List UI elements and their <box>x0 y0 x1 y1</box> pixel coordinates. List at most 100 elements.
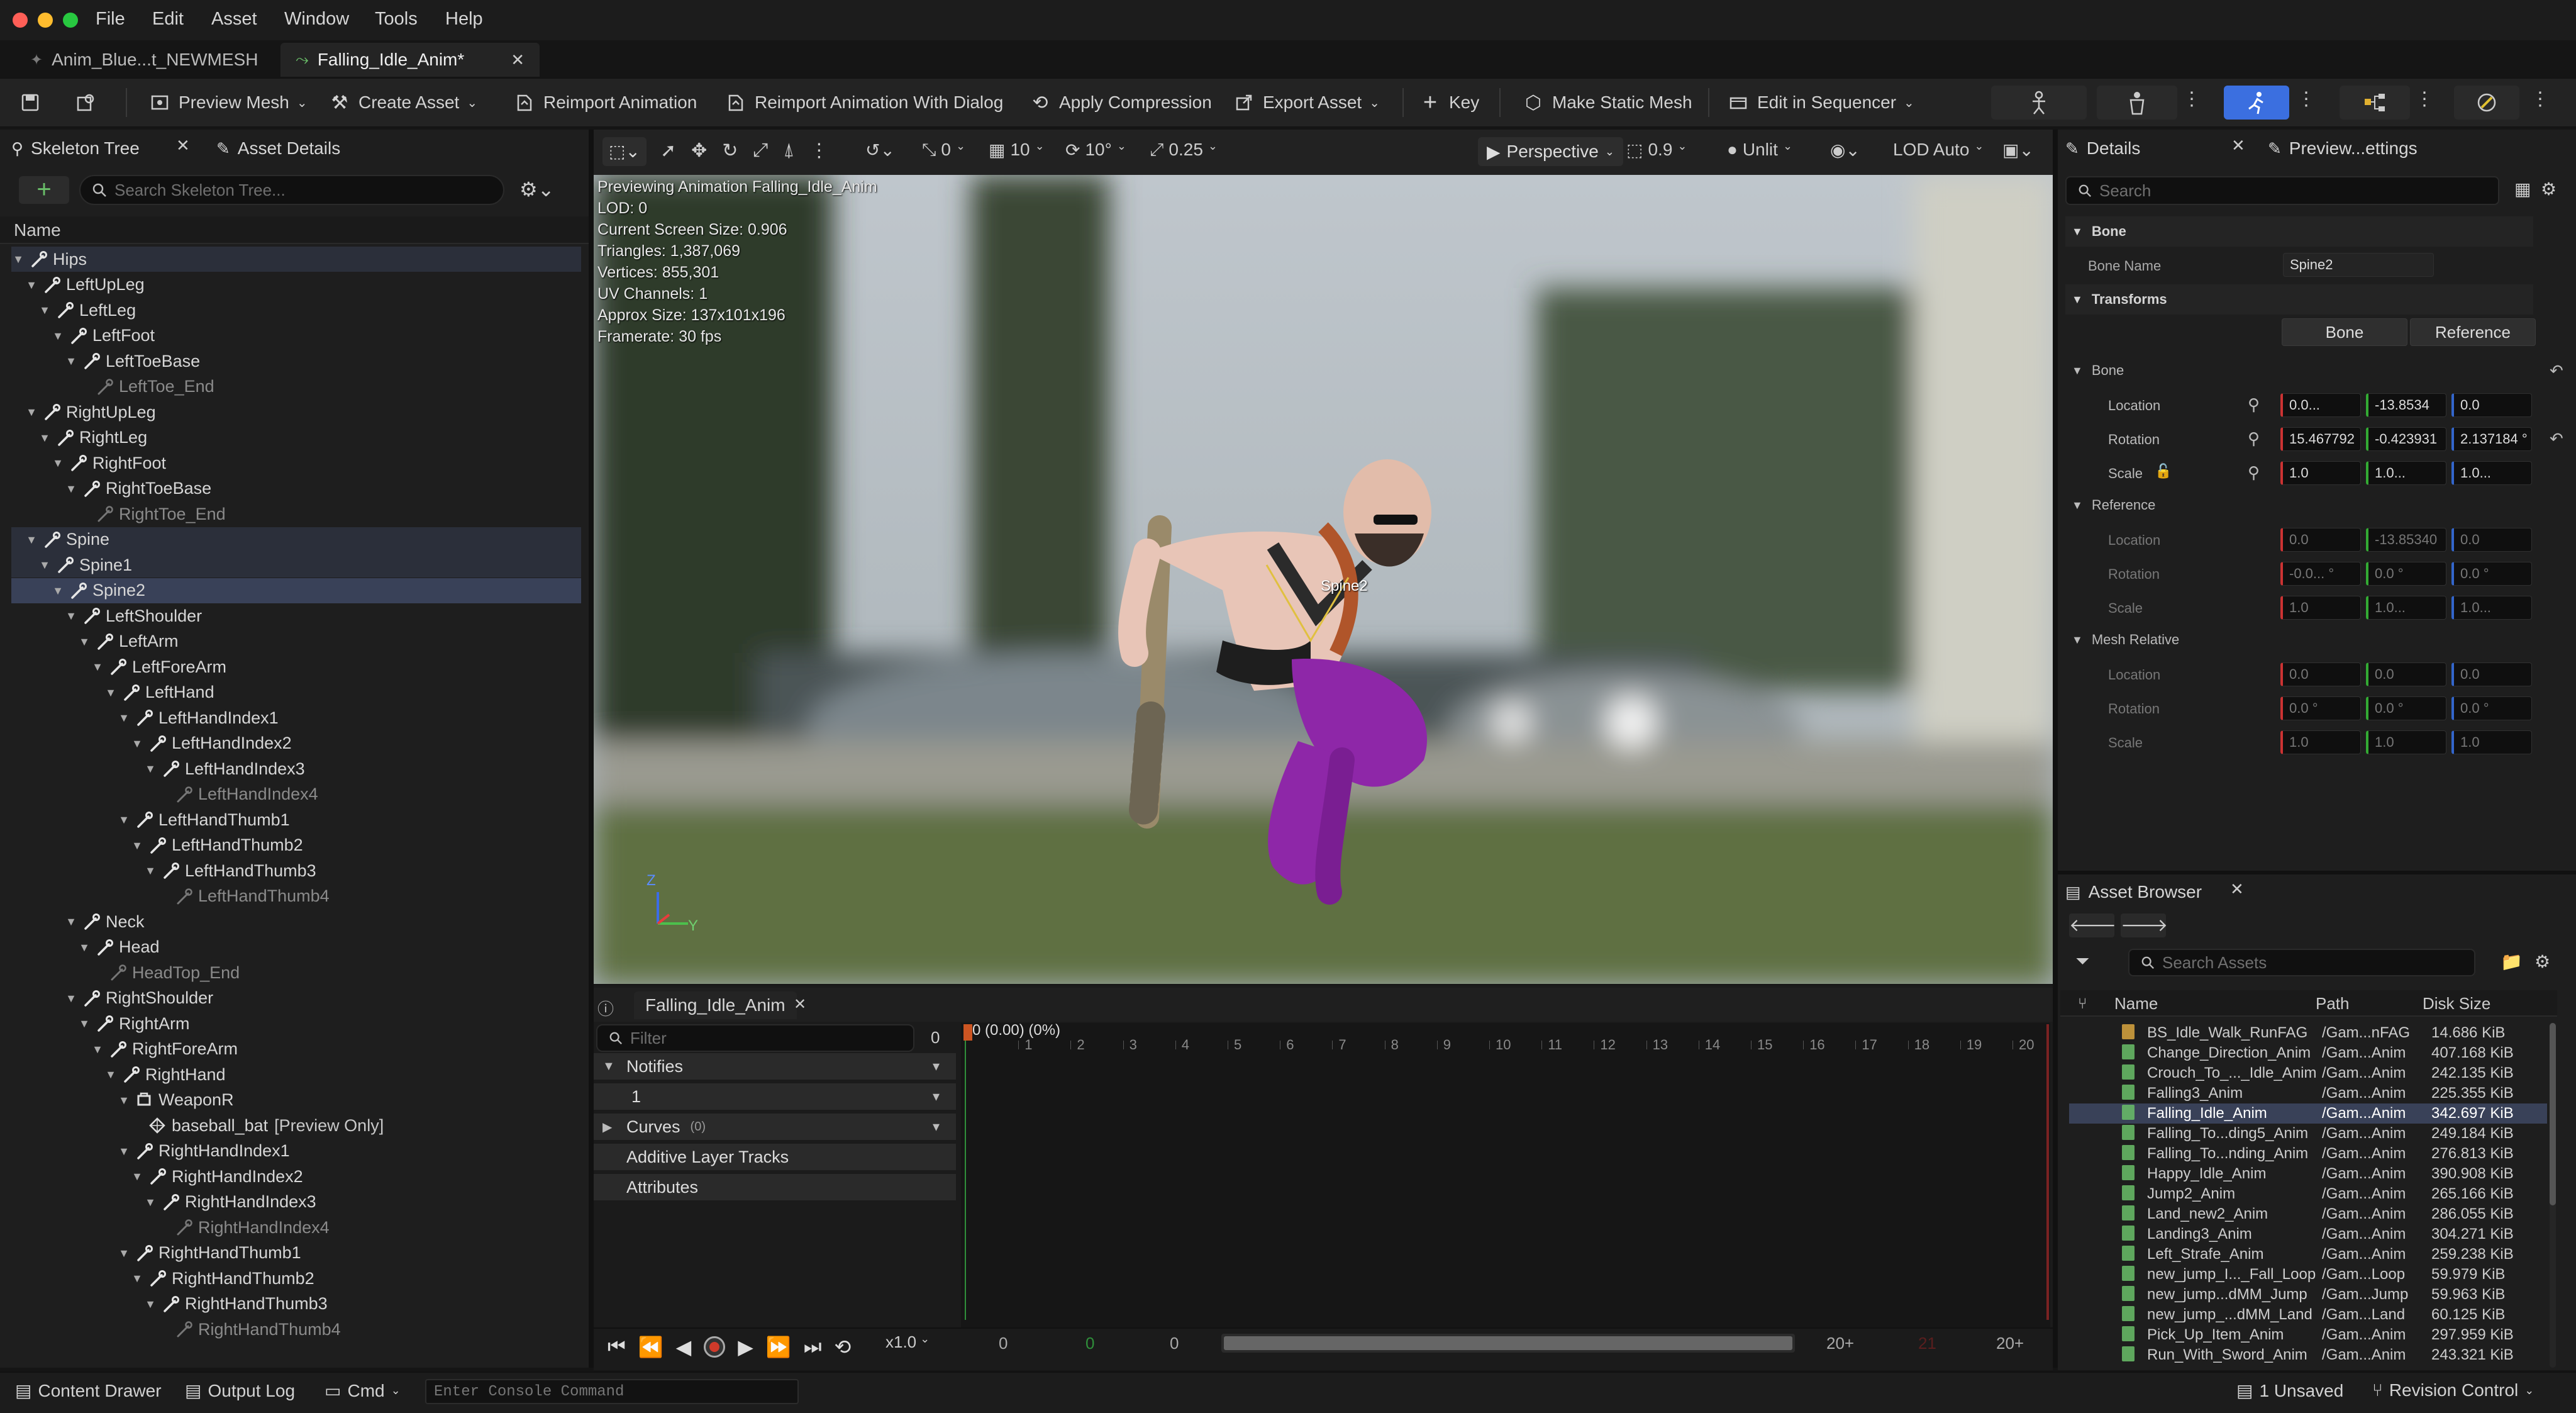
tab-falling-idle-anim[interactable]: ⤳ Falling_Idle_Anim* ✕ <box>280 43 540 77</box>
menu-asset[interactable]: Asset <box>211 9 257 30</box>
range-current[interactable]: 0 <box>1170 1334 1179 1353</box>
transform-y-field[interactable]: -0.423931 <box>2366 427 2446 451</box>
tree-item-lefthandindex4[interactable]: LeftHandIndex4 <box>11 782 581 807</box>
range-start[interactable]: 0 <box>999 1334 1008 1353</box>
reimport-animation-button[interactable]: Reimport Animation <box>513 87 697 118</box>
range-green[interactable]: 0 <box>1085 1334 1094 1353</box>
create-asset-button[interactable]: ⚒ Create Asset ⌄ <box>328 87 478 118</box>
animation-mode-button[interactable] <box>2224 86 2289 120</box>
table-view-icon[interactable]: ▦ <box>2514 179 2531 199</box>
tree-item-spine[interactable]: ▼ Spine <box>11 527 581 552</box>
blueprint-mode-button[interactable] <box>2340 86 2410 120</box>
expand-arrow-icon[interactable]: ▼ <box>11 252 25 266</box>
scale-icon[interactable]: ⤢ <box>753 140 768 162</box>
mesh-mode-button[interactable] <box>2097 86 2177 120</box>
folder-icon[interactable]: 📁 <box>2501 951 2523 972</box>
column-asset-path[interactable]: Path <box>2316 994 2350 1014</box>
more-tools-icon[interactable]: ⋮ <box>809 140 828 162</box>
expand-arrow-icon[interactable]: ▼ <box>38 431 52 445</box>
expand-arrow-icon[interactable]: ▼ <box>143 1195 157 1209</box>
menu-window[interactable]: Window <box>284 9 349 30</box>
expand-arrow-icon[interactable]: ▼ <box>64 354 78 368</box>
expand-arrow-icon[interactable]: ▼ <box>25 278 38 292</box>
viewport-layout-dropdown[interactable]: ▣⌄ <box>2002 140 2034 160</box>
tree-item-righttoe-end[interactable]: RightToe_End <box>11 501 581 527</box>
track-options-dropdown-icon[interactable]: ▾ <box>933 1058 940 1075</box>
transform-x-field[interactable]: 1.0 <box>2280 596 2361 620</box>
panel-splitter[interactable] <box>589 130 594 1368</box>
tree-item-righthandthumb1[interactable]: ▼ RightHandThumb1 <box>11 1241 581 1266</box>
transform-z-field[interactable]: 1.0 <box>2451 730 2532 754</box>
track-options-dropdown-icon[interactable]: ▾ <box>933 1119 940 1135</box>
play-icon[interactable]: ▶ <box>738 1335 753 1359</box>
additive-layer-tracks[interactable]: Additive Layer Tracks <box>594 1144 956 1170</box>
transform-z-field[interactable]: 2.137184 ° <box>2451 427 2532 451</box>
show-flags-dropdown[interactable]: ◉⌄ <box>1830 140 1860 160</box>
expand-arrow-icon[interactable]: ▼ <box>117 813 131 827</box>
transform-x-field[interactable]: 0.0 <box>2280 528 2361 552</box>
transform-z-field[interactable]: 0.0 <box>2451 662 2532 686</box>
console-command-field[interactable] <box>425 1379 799 1404</box>
tree-item-righthandindex3[interactable]: ▼ RightHandIndex3 <box>11 1190 581 1215</box>
tree-item-lefthandthumb1[interactable]: ▼ LeftHandThumb1 <box>11 807 581 832</box>
preview-mesh-button[interactable]: Preview Mesh ⌄ <box>148 87 308 118</box>
tree-item-lefttoe-end[interactable]: LeftToe_End <box>11 374 581 399</box>
transform-y-field[interactable]: -13.8534 <box>2366 393 2446 417</box>
expand-arrow-icon[interactable]: ▼ <box>91 1042 104 1056</box>
physics-mode-options-icon[interactable]: ⋮ <box>2531 88 2550 117</box>
transform-z-field[interactable]: 1.0... <box>2451 461 2532 485</box>
asset-row[interactable]: Change_Direction_Anim/Gam...Anim 407.168 … <box>2069 1043 2547 1063</box>
tree-item-lefthandindex2[interactable]: ▼ LeftHandIndex2 <box>11 731 581 756</box>
expand-arrow-icon[interactable]: ▼ <box>143 762 157 776</box>
tree-item-lefthandthumb3[interactable]: ▼ LeftHandThumb3 <box>11 858 581 883</box>
animation-mode-options-icon[interactable]: ⋮ <box>2297 88 2316 117</box>
asset-row[interactable]: Falling3_Anim/Gam...Anim 225.355 KiB <box>2069 1083 2547 1103</box>
coordinate-space-dropdown[interactable]: ↺⌄ <box>865 140 895 160</box>
playhead-handle[interactable] <box>963 1024 972 1041</box>
tree-item-rightfoot[interactable]: ▼ RightFoot <box>11 450 581 476</box>
revision-control-button[interactable]: ⑂ Revision Control ⌄ <box>2372 1380 2534 1400</box>
tree-item-headtop-end[interactable]: HeadTop_End <box>11 960 581 985</box>
expand-arrow-icon[interactable]: ▼ <box>104 1068 118 1081</box>
close-tab-icon[interactable]: ✕ <box>511 50 525 70</box>
menu-tools[interactable]: Tools <box>375 9 418 30</box>
expand-arrow-icon[interactable]: ▼ <box>143 1297 157 1311</box>
tree-item-lefthandindex3[interactable]: ▼ LeftHandIndex3 <box>11 756 581 781</box>
transform-y-field[interactable]: 0.0 ° <box>2366 562 2446 586</box>
tree-item-lefttoebase[interactable]: ▼ LeftToeBase <box>11 349 581 374</box>
tree-item-leftarm[interactable]: ▼ LeftArm <box>11 629 581 654</box>
tree-item-righthandthumb3[interactable]: ▼ RightHandThumb3 <box>11 1292 581 1317</box>
transform-mode-reference-button[interactable]: Reference <box>2410 318 2536 346</box>
expand-arrow-icon[interactable]: ▼ <box>117 1093 131 1107</box>
playback-speed-dropdown[interactable]: x1.0 ⌄ <box>886 1332 930 1352</box>
bone-name-field[interactable]: Spine2 <box>2283 253 2434 277</box>
tree-item-leftforearm[interactable]: ▼ LeftForeArm <box>11 654 581 679</box>
transforms-category-header[interactable]: ▼ Transforms <box>2065 284 2533 315</box>
expand-arrow-icon[interactable]: ▼ <box>117 711 131 725</box>
tree-item-rightforearm[interactable]: ▼ RightForeArm <box>11 1037 581 1062</box>
expand-arrow-icon[interactable]: ▼ <box>64 915 78 929</box>
step-back-icon[interactable]: ⏪ <box>638 1335 663 1359</box>
tree-item-hips[interactable]: ▼ Hips <box>11 247 581 272</box>
asset-row[interactable]: BS_Idle_Walk_RunFAG/Gam...nFAG 14.686 KiB <box>2069 1023 2547 1043</box>
forward-button[interactable]: 🡒 <box>2121 913 2168 937</box>
attributes-track[interactable]: Attributes <box>594 1174 956 1200</box>
skeleton-mode-button[interactable] <box>1991 86 2087 120</box>
asset-row[interactable]: new_jump_I..._Fall_Loop/Gam...Loop 59.979… <box>2069 1265 2547 1285</box>
timeline-track-area[interactable] <box>961 1023 2050 1327</box>
details-search[interactable] <box>2065 176 2499 205</box>
close-details-tab-icon[interactable]: ✕ <box>2231 136 2245 155</box>
expand-arrow-icon[interactable]: ▼ <box>25 405 38 419</box>
expand-arrow-icon[interactable]: ▼ <box>77 635 91 649</box>
record-button[interactable] <box>704 1336 726 1358</box>
mesh-mode-options-icon[interactable]: ⋮ <box>2182 88 2201 117</box>
rotation-snap-dropdown[interactable]: ⤡ 0 ⌄ <box>922 140 965 160</box>
back-button[interactable]: 🡐 <box>2069 913 2116 937</box>
tree-item-rightshoulder[interactable]: ▼ RightShoulder <box>11 986 581 1011</box>
asset-search[interactable] <box>2128 949 2475 976</box>
notify-track-1[interactable]: 1 ▾ <box>594 1083 956 1110</box>
tree-item-rightarm[interactable]: ▼ RightArm <box>11 1011 581 1036</box>
expand-arrow-icon[interactable]: ▼ <box>77 941 91 954</box>
export-asset-button[interactable]: Export Asset ⌄ <box>1233 87 1380 118</box>
expand-arrow-icon[interactable]: ▼ <box>51 329 65 343</box>
